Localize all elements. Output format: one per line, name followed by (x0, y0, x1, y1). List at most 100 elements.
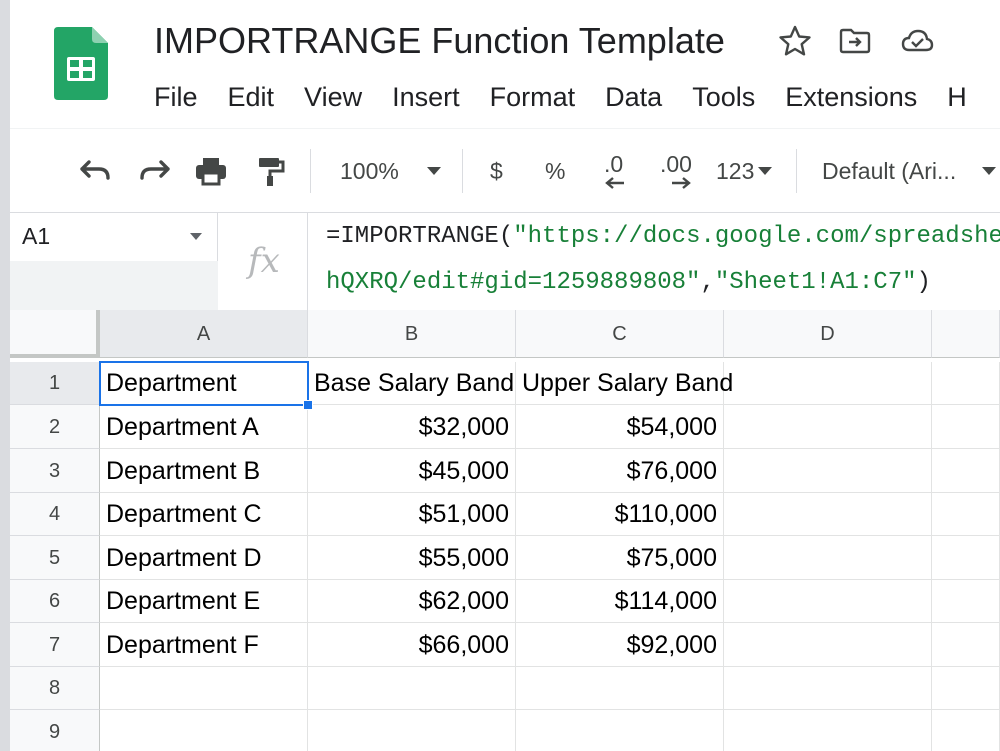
cell-e6[interactable] (932, 580, 1000, 623)
row-header-7[interactable]: 7 (10, 623, 100, 667)
cell-c5[interactable]: $75,000 (516, 536, 724, 580)
menu-edit[interactable]: Edit (228, 80, 275, 114)
name-box[interactable]: A1 (10, 213, 218, 261)
toolbar-separator (796, 149, 797, 193)
menu-extensions[interactable]: Extensions (785, 80, 917, 114)
cell-e5[interactable] (932, 536, 1000, 580)
cell-d7[interactable] (724, 623, 932, 667)
print-icon (196, 158, 226, 186)
cell-a5[interactable]: Department D (100, 536, 308, 580)
menu-format[interactable]: Format (490, 80, 576, 114)
row-header-1[interactable]: 1 (10, 362, 100, 405)
row-header-6[interactable]: 6 (10, 580, 100, 623)
cell-a3[interactable]: Department B (100, 449, 308, 493)
cell-e8[interactable] (932, 667, 1000, 710)
cell-c2[interactable]: $54,000 (516, 405, 724, 449)
move-to-folder-icon[interactable] (838, 24, 872, 58)
cell-c9[interactable] (516, 710, 724, 751)
cell-b2[interactable]: $32,000 (308, 405, 516, 449)
fill-handle[interactable] (303, 400, 313, 410)
cell-d9[interactable] (724, 710, 932, 751)
column-header-c[interactable]: C (516, 310, 724, 358)
cell-c7[interactable]: $92,000 (516, 623, 724, 667)
cell-b8[interactable] (308, 667, 516, 710)
chevron-down-icon (426, 167, 441, 175)
cell-c8[interactable] (516, 667, 724, 710)
cell-a6[interactable]: Department E (100, 580, 308, 623)
font-family-select[interactable]: Default (Ari... (822, 155, 997, 187)
cell-d1[interactable] (724, 362, 932, 405)
cell-e4[interactable] (932, 493, 1000, 536)
decrease-decimal-button[interactable]: .0 (604, 151, 626, 199)
row-header-9[interactable]: 9 (10, 710, 100, 751)
cell-e9[interactable] (932, 710, 1000, 751)
cell-c1[interactable]: Upper Salary Band (516, 362, 733, 405)
format-percent-button[interactable]: % (545, 155, 565, 187)
cell-d8[interactable] (724, 667, 932, 710)
cell-b9[interactable] (308, 710, 516, 751)
row-header-3[interactable]: 3 (10, 449, 100, 493)
menu-insert[interactable]: Insert (392, 80, 460, 114)
row-header-5[interactable]: 5 (10, 536, 100, 580)
select-all-corner[interactable] (10, 310, 100, 358)
row-header-2[interactable]: 2 (10, 405, 100, 449)
cell-e7[interactable] (932, 623, 1000, 667)
formula-input-line-1[interactable]: =IMPORTRANGE("https://docs.google.com/sp… (326, 223, 1000, 250)
cell-d4[interactable] (724, 493, 932, 536)
cell-b4[interactable]: $51,000 (308, 493, 516, 536)
cell-a7[interactable]: Department F (100, 623, 308, 667)
star-icon[interactable] (778, 24, 812, 58)
cell-b6[interactable]: $62,000 (308, 580, 516, 623)
spreadsheet-grid: A B C D 1 2 3 4 5 6 7 8 9 Department Bas… (10, 310, 1000, 751)
cell-a1[interactable]: Department (100, 362, 308, 405)
name-box-value: A1 (22, 223, 51, 249)
column-header-b[interactable]: B (308, 310, 516, 358)
undo-button[interactable] (78, 155, 112, 187)
cloud-saved-icon[interactable] (900, 24, 934, 58)
cell-c6[interactable]: $114,000 (516, 580, 724, 623)
more-formats-select[interactable]: 123 (716, 155, 773, 187)
menu-view[interactable]: View (304, 80, 362, 114)
document-title[interactable]: IMPORTRANGE Function Template (154, 20, 725, 62)
undo-icon (80, 160, 110, 180)
cell-d5[interactable] (724, 536, 932, 580)
cell-a2[interactable]: Department A (100, 405, 308, 449)
menu-data[interactable]: Data (605, 80, 662, 114)
paint-format-button[interactable] (256, 155, 286, 187)
column-header-e[interactable] (932, 310, 1000, 358)
cell-b5[interactable]: $55,000 (308, 536, 516, 580)
cell-a8[interactable] (100, 667, 308, 710)
cell-d2[interactable] (724, 405, 932, 449)
zoom-select[interactable]: 100% (340, 155, 441, 187)
arrow-right-icon (671, 177, 691, 189)
menu-help[interactable]: H (947, 80, 967, 114)
cell-c4[interactable]: $110,000 (516, 493, 724, 536)
increase-decimal-button[interactable]: .00 (660, 151, 692, 199)
cell-b3[interactable]: $45,000 (308, 449, 516, 493)
cell-b7[interactable]: $66,000 (308, 623, 516, 667)
cell-e3[interactable] (932, 449, 1000, 493)
cell-a9[interactable] (100, 710, 308, 751)
format-currency-button[interactable]: $ (490, 155, 503, 187)
formula-input-line-2[interactable]: hQXRQ/edit#gid=1259889808","Sheet1!A1:C7… (326, 269, 931, 296)
row-header-8[interactable]: 8 (10, 667, 100, 710)
arrow-left-icon (605, 177, 624, 189)
redo-icon (140, 160, 170, 180)
google-sheets-logo-icon[interactable] (54, 27, 108, 100)
cell-b1[interactable]: Base Salary Band (308, 362, 516, 405)
cell-a4[interactable]: Department C (100, 493, 308, 536)
row-header-4[interactable]: 4 (10, 493, 100, 536)
menu-file[interactable]: File (154, 80, 198, 114)
cell-d3[interactable] (724, 449, 932, 493)
cell-e2[interactable] (932, 405, 1000, 449)
cell-e1[interactable] (932, 362, 1000, 405)
redo-button[interactable] (138, 155, 172, 187)
column-header-d[interactable]: D (724, 310, 932, 358)
fx-icon: fx (248, 241, 280, 281)
cell-d6[interactable] (724, 580, 932, 623)
menu-bar: File Edit View Insert Format Data Tools … (154, 80, 997, 114)
menu-tools[interactable]: Tools (692, 80, 755, 114)
column-header-a[interactable]: A (100, 310, 308, 358)
cell-c3[interactable]: $76,000 (516, 449, 724, 493)
print-button[interactable] (194, 155, 228, 187)
